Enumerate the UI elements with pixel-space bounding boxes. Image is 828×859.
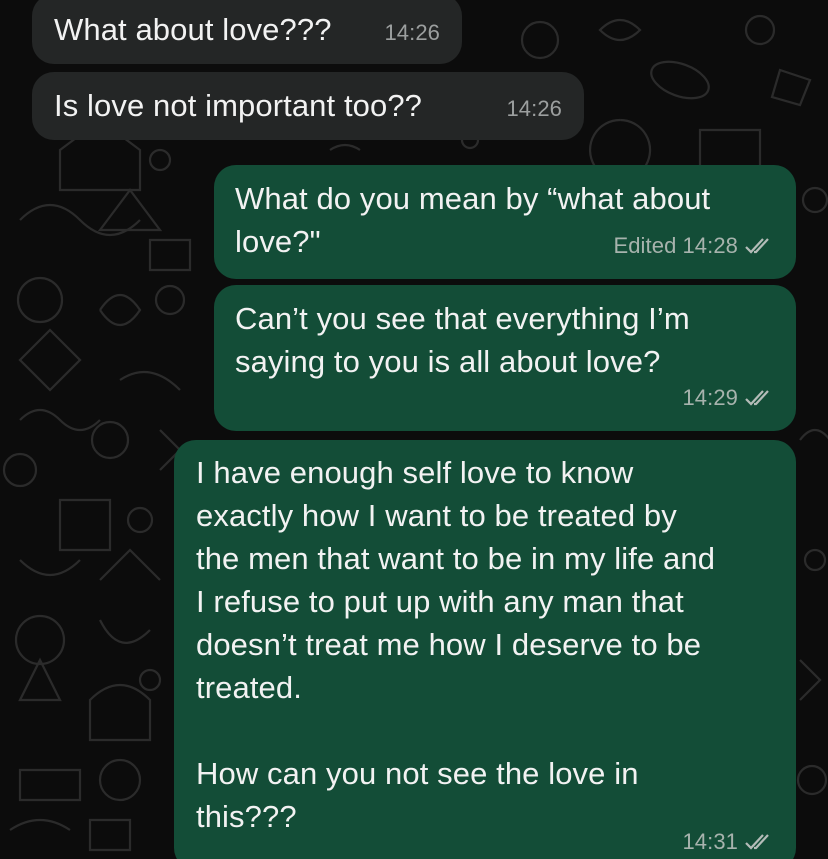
message-meta: Edited 14:28 [613, 224, 774, 267]
message-time: 14:29 [682, 385, 738, 410]
message-text: I have enough self love to know exactly … [196, 455, 716, 834]
message-time: 14:26 [506, 96, 562, 121]
message-text: Can’t you see that everything I’m saying… [235, 301, 690, 379]
read-double-check-icon [745, 237, 769, 254]
message-meta: 14:26 [384, 11, 440, 54]
outgoing-message[interactable]: I have enough self love to know exactly … [174, 440, 796, 859]
message-time: 14:26 [384, 20, 440, 45]
edited-label: Edited [613, 233, 677, 258]
message-meta: 14:31 [682, 820, 774, 859]
message-time: 14:28 [682, 233, 738, 258]
read-double-check-icon [745, 833, 769, 850]
message-time: 14:31 [682, 829, 738, 854]
incoming-message[interactable]: What about love??? 14:26 [32, 0, 462, 64]
chat-view: What about love??? 14:26 Is love not imp… [0, 0, 828, 859]
message-meta: 14:29 [682, 376, 774, 419]
incoming-message[interactable]: Is love not important too?? 14:26 [32, 72, 584, 140]
message-text: Is love not important too?? [54, 88, 423, 123]
message-meta: 14:26 [506, 87, 562, 130]
outgoing-message[interactable]: What do you mean by “what about love?" E… [214, 165, 796, 279]
read-double-check-icon [745, 389, 769, 406]
message-text: What about love??? [54, 12, 332, 47]
outgoing-message[interactable]: Can’t you see that everything I’m saying… [214, 285, 796, 431]
